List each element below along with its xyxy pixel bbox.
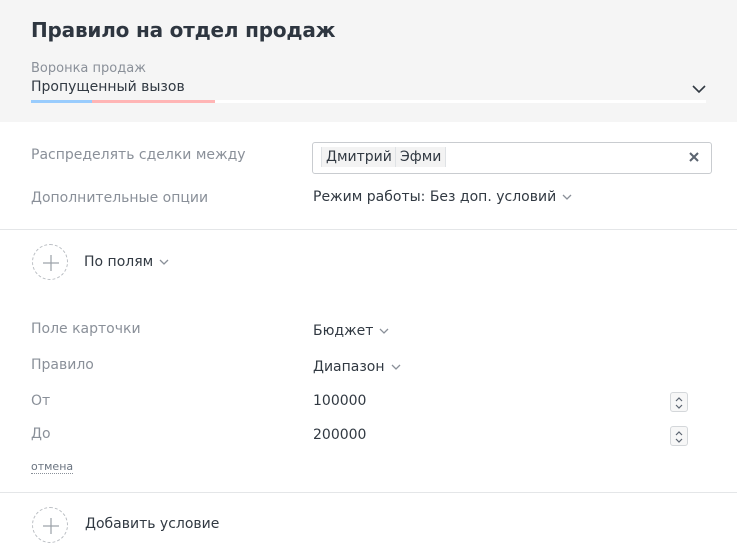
options-label: Дополнительные опции [31,190,209,206]
rule-label: Правило [31,357,94,373]
chevron-down-icon [562,194,572,200]
to-label: До [31,426,51,442]
work-mode-value: Режим работы: Без доп. условий [313,189,557,205]
close-icon[interactable] [687,150,701,164]
add-condition-label[interactable]: Добавить условие [85,516,219,532]
by-fields-dropdown[interactable]: По полям [84,254,169,270]
to-value: 200000 [313,427,367,443]
plus-icon [43,255,59,271]
user-tag[interactable]: Дмитрий [321,147,397,167]
to-stepper[interactable] [670,426,688,446]
pipeline-status-line [31,100,706,103]
stepper-arrows-icon [675,397,683,409]
distribute-label: Распределять сделки между [31,147,246,163]
from-stepper[interactable] [670,392,688,412]
pipeline-line-segment-pink [92,100,215,103]
by-fields-label: По полям [84,254,154,270]
card-field-value: Бюджет [313,323,374,339]
work-mode-dropdown[interactable]: Режим работы: Без доп. условий [313,189,572,205]
pipeline-value: Пропущенный вызов [31,79,185,95]
add-field-button[interactable] [32,244,68,280]
from-value: 100000 [313,393,367,409]
to-input[interactable]: 200000 [312,424,688,448]
cancel-link[interactable]: отмена [31,460,74,474]
section-divider [0,229,737,230]
from-input[interactable]: 100000 [312,390,688,414]
card-field-label: Поле карточки [31,321,141,337]
chevron-down-icon [159,259,169,265]
section-divider [0,492,737,493]
pipeline-line-segment-blue [31,100,92,103]
users-multiselect[interactable]: Дмитрий Эфми [312,142,712,174]
rule-header: Правило на отдел продаж Воронка продаж П… [0,0,737,122]
card-field-dropdown[interactable]: Бюджет [313,323,389,339]
user-tag[interactable]: Эфми [395,147,447,167]
add-condition-button[interactable] [32,507,68,543]
rule-value: Диапазон [313,359,385,375]
rule-dropdown[interactable]: Диапазон [313,359,401,375]
chevron-down-icon [391,364,400,370]
chevron-down-icon [379,328,389,334]
pipeline-label: Воронка продаж [31,61,146,76]
stepper-arrows-icon [675,431,683,443]
plus-icon [43,518,59,534]
chevron-down-icon [692,85,706,94]
from-label: От [31,393,51,409]
page-title: Правило на отдел продаж [31,18,336,42]
